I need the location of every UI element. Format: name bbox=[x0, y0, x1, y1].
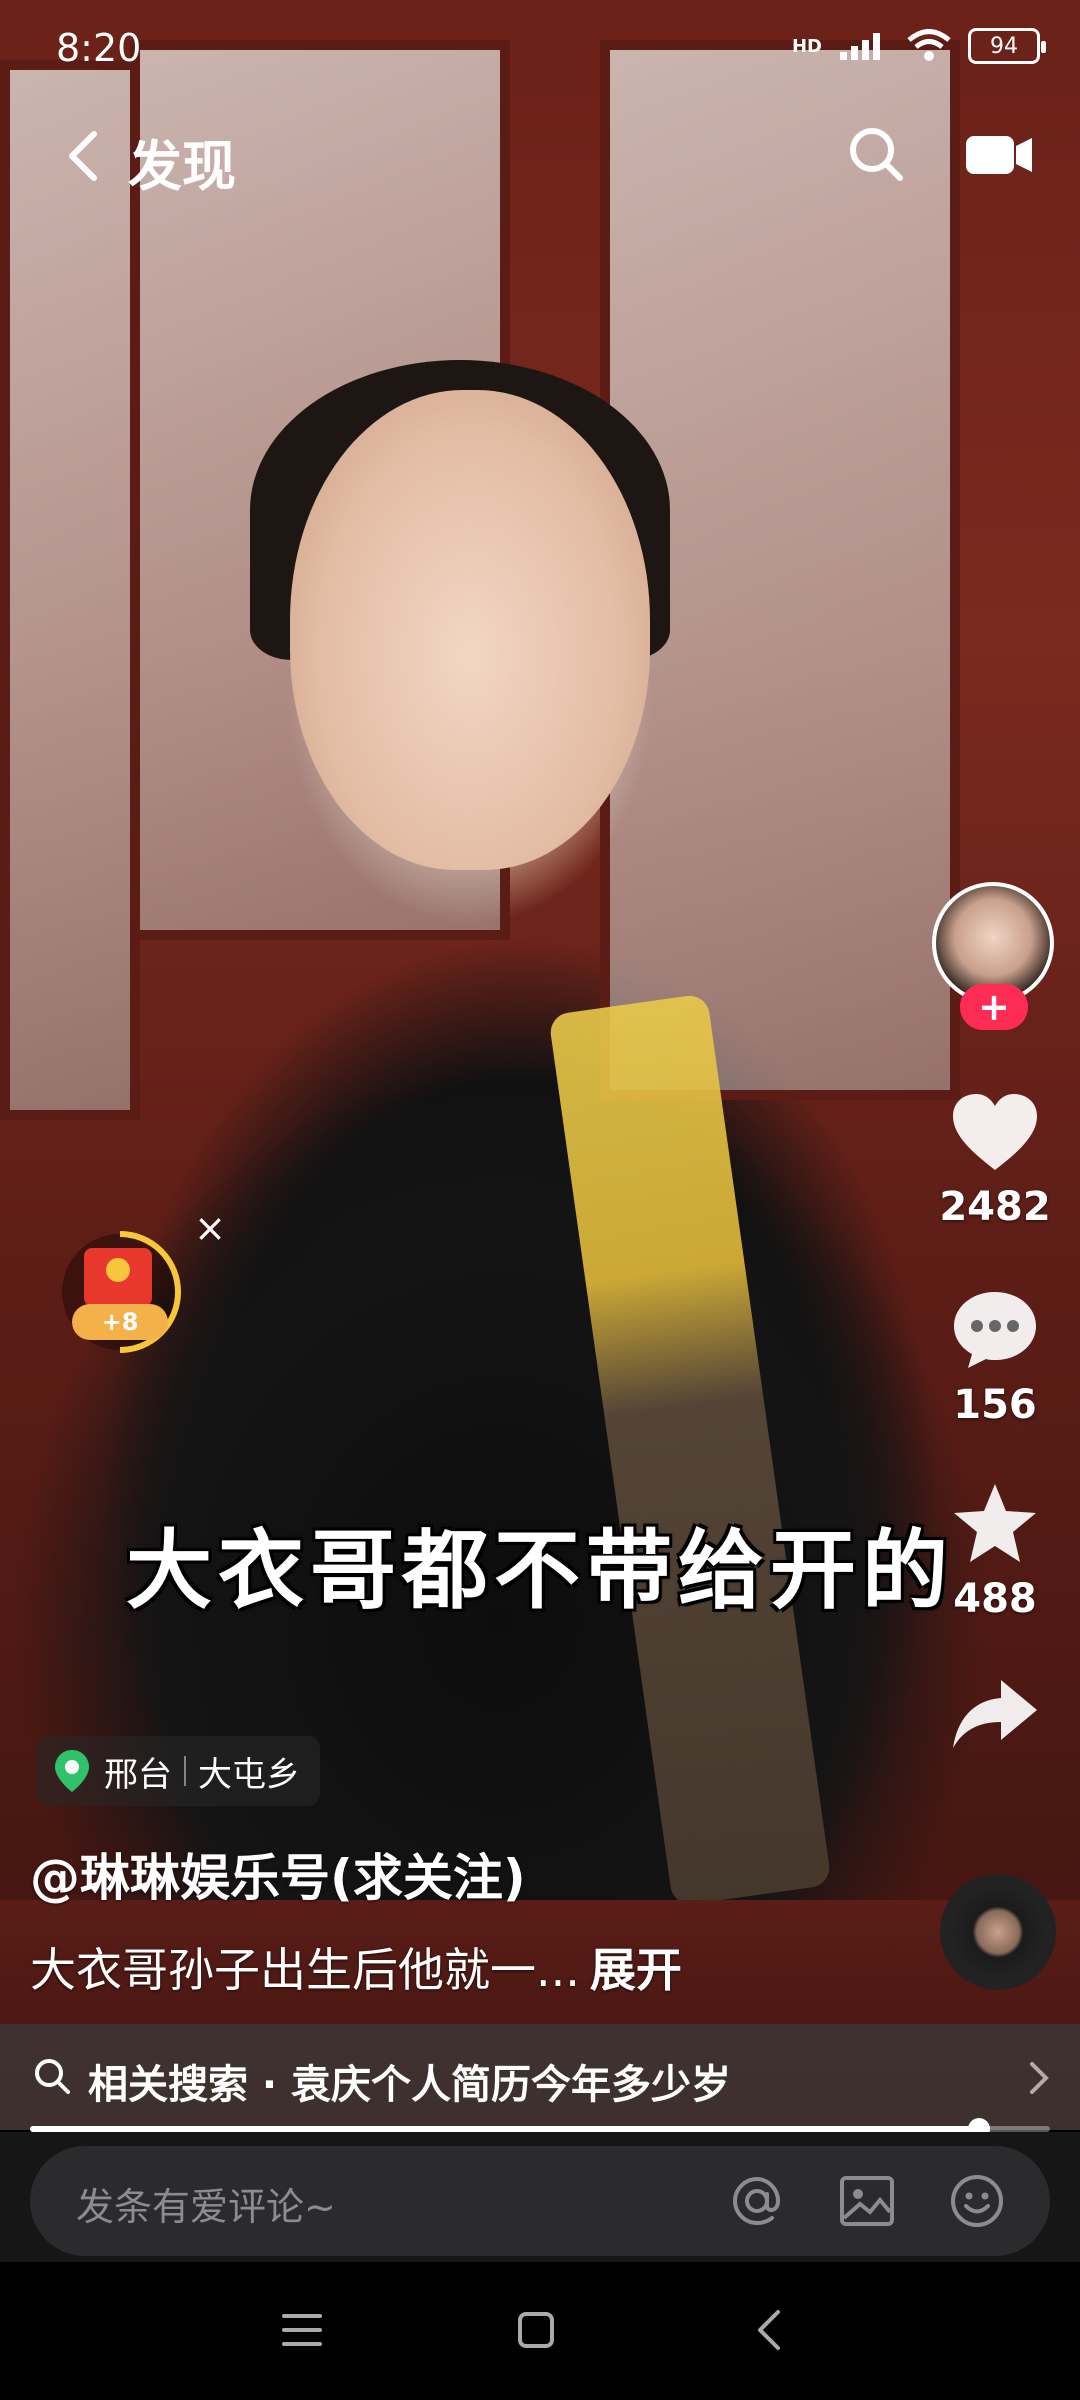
video-frame[interactable] bbox=[0, 0, 1080, 2130]
chevron-right-icon bbox=[1030, 2062, 1049, 2094]
red-packet-widget[interactable]: +8 bbox=[58, 1222, 188, 1362]
related-search-text: 相关搜索 · 袁庆个人简历今年多少岁 bbox=[88, 2062, 732, 2108]
top-nav: 发现 bbox=[0, 110, 1080, 200]
image-icon[interactable] bbox=[836, 2170, 898, 2232]
back-triangle-icon[interactable] bbox=[742, 2302, 798, 2358]
comment-button[interactable]: 156 bbox=[930, 1288, 1060, 1428]
home-square-icon[interactable] bbox=[508, 2302, 564, 2358]
comment-placeholder: 发条有爱评论~ bbox=[76, 2185, 336, 2229]
description-text: 大衣哥孙子出生后他就一... bbox=[30, 1943, 580, 1997]
comment-bar: 发条有爱评论~ bbox=[0, 2132, 1080, 2262]
status-time: 8:20 bbox=[56, 26, 142, 70]
system-nav-bar bbox=[0, 2262, 1080, 2400]
share-arrow-icon bbox=[953, 1680, 1037, 1748]
location-divider bbox=[184, 1756, 186, 1786]
location-area: 大屯乡 bbox=[198, 1754, 300, 1795]
related-search-bar[interactable]: 相关搜索 · 袁庆个人简历今年多少岁 bbox=[0, 2024, 1080, 2130]
mention-icon[interactable] bbox=[726, 2170, 788, 2232]
battery-icon: 94 bbox=[968, 28, 1046, 64]
heart-icon bbox=[953, 1094, 1037, 1170]
location-pin-icon bbox=[55, 1750, 89, 1792]
red-packet-close-button[interactable]: × bbox=[190, 1208, 230, 1248]
back-arrow-icon[interactable] bbox=[58, 128, 110, 184]
search-icon[interactable] bbox=[846, 124, 906, 184]
battery-level: 94 bbox=[990, 33, 1018, 59]
location-tag[interactable]: 邢台 大屯乡 bbox=[36, 1736, 320, 1806]
comment-input[interactable]: 发条有爱评论~ bbox=[30, 2146, 1050, 2256]
comment-count: 156 bbox=[953, 1382, 1037, 1428]
face bbox=[290, 390, 650, 870]
red-packet-bonus: +8 bbox=[101, 1308, 139, 1336]
follow-button[interactable]: + bbox=[960, 984, 1028, 1030]
red-packet-ring bbox=[62, 1231, 181, 1353]
emoji-icon[interactable] bbox=[946, 2170, 1008, 2232]
comment-bubble-icon bbox=[954, 1292, 1036, 1368]
video-description: 大衣哥孙子出生后他就一... 展开 bbox=[30, 1934, 682, 2000]
share-button[interactable] bbox=[930, 1676, 1060, 1756]
related-search-icon bbox=[35, 2059, 70, 2094]
video-camera-icon[interactable] bbox=[964, 132, 1034, 178]
music-disc[interactable] bbox=[940, 1874, 1056, 1990]
status-bar: 8:20 HD 94 bbox=[0, 0, 1080, 96]
like-count: 2482 bbox=[939, 1184, 1051, 1230]
signal-icon bbox=[840, 33, 880, 60]
menu-icon[interactable] bbox=[274, 2302, 330, 2358]
location-city: 邢台 bbox=[104, 1754, 172, 1795]
author-name[interactable]: @琳琳娱乐号(求关注) bbox=[30, 1838, 526, 1910]
status-icons: HD 94 bbox=[791, 28, 1046, 64]
wifi-icon bbox=[907, 29, 951, 61]
video-subtitle: 大衣哥都不带给开的 bbox=[126, 1521, 954, 1621]
like-button[interactable]: 2482 bbox=[930, 1090, 1060, 1230]
expand-link[interactable]: 展开 bbox=[590, 1943, 682, 1997]
network-label: HD bbox=[791, 35, 822, 57]
page-title: 发现 bbox=[128, 135, 236, 198]
